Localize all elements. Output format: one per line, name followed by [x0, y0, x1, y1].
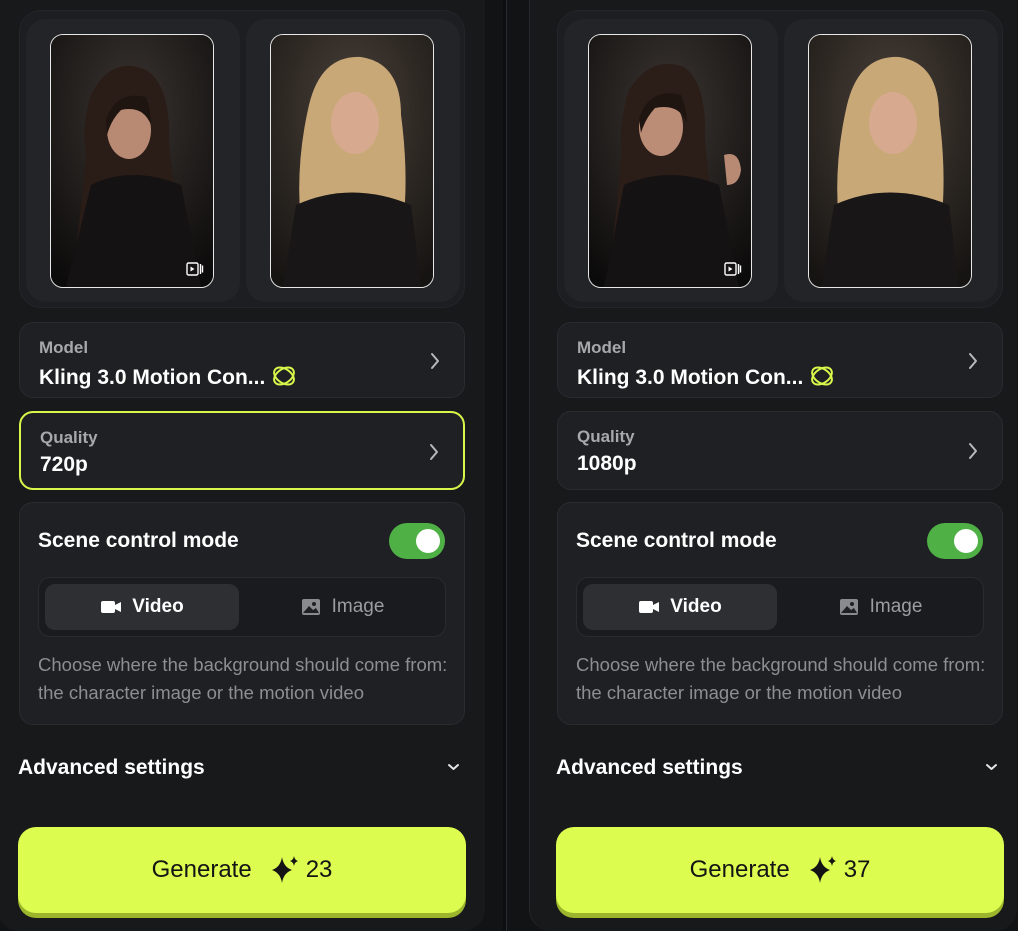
motion-video-thumbnail[interactable]	[588, 34, 752, 288]
generate-button[interactable]: Generate 37	[556, 827, 1004, 913]
generate-label: Generate	[151, 856, 252, 883]
character-image-thumbnail[interactable]	[808, 34, 972, 288]
camera-icon	[101, 601, 122, 613]
model-label: Model	[39, 338, 89, 357]
motion-video-slot[interactable]	[564, 19, 778, 302]
chevron-right-icon	[430, 444, 438, 460]
media-tray	[557, 10, 1003, 308]
credit-cost: 23	[305, 856, 333, 883]
scene-control-card: Scene control mode Video Image Choose wh…	[557, 502, 1003, 725]
video-badge-icon	[186, 262, 204, 276]
scene-source-segmented-control: Video Image	[576, 577, 984, 637]
quality-selector[interactable]: Quality 720p	[19, 411, 465, 490]
sparkle-icon	[809, 856, 836, 883]
image-icon	[839, 599, 858, 615]
quality-label: Quality	[40, 428, 98, 447]
scene-control-title: Scene control mode	[576, 529, 777, 552]
settings-panel-right: Model Kling 3.0 Motion Con... Quality 10…	[529, 0, 1017, 931]
kling-logo-icon	[273, 366, 296, 386]
scene-source-image-option[interactable]: Image	[783, 584, 977, 630]
model-selector[interactable]: Model Kling 3.0 Motion Con...	[19, 322, 465, 398]
sparkle-icon	[271, 856, 298, 883]
kling-logo-icon	[811, 366, 834, 386]
character-image-slot[interactable]	[246, 19, 460, 302]
scene-control-toggle[interactable]	[389, 523, 445, 559]
chevron-down-icon[interactable]	[447, 762, 460, 772]
advanced-settings-toggle[interactable]: Advanced settings	[18, 756, 205, 780]
quality-value: 720p	[40, 453, 88, 476]
chevron-down-icon[interactable]	[985, 762, 998, 772]
advanced-settings-toggle[interactable]: Advanced settings	[556, 756, 743, 780]
model-value: Kling 3.0 Motion Con...	[577, 363, 835, 390]
scene-source-segmented-control: Video Image	[38, 577, 446, 637]
chevron-right-icon	[969, 443, 977, 459]
scene-control-description: Choose where the background should come …	[576, 654, 986, 703]
motion-video-thumbnail[interactable]	[50, 34, 214, 288]
generate-label: Generate	[689, 856, 790, 883]
settings-panel-left: Model Kling 3.0 Motion Con... Quality 72…	[0, 0, 485, 931]
image-icon	[301, 599, 320, 615]
quality-value: 1080p	[577, 452, 637, 475]
toggle-knob	[416, 529, 440, 553]
scene-control-toggle[interactable]	[927, 523, 983, 559]
scene-control-title: Scene control mode	[38, 529, 239, 552]
panel-divider-line	[506, 0, 507, 931]
scene-source-video-option[interactable]: Video	[45, 584, 239, 630]
scene-control-card: Scene control mode Video Image Choose wh…	[19, 502, 465, 725]
character-image-slot[interactable]	[784, 19, 998, 302]
quality-selector[interactable]: Quality 1080p	[557, 411, 1003, 490]
scene-control-description: Choose where the background should come …	[38, 654, 448, 703]
model-selector[interactable]: Model Kling 3.0 Motion Con...	[557, 322, 1003, 398]
model-label: Model	[577, 338, 627, 357]
generate-button[interactable]: Generate 23	[18, 827, 466, 913]
chevron-right-icon	[969, 353, 977, 369]
quality-label: Quality	[577, 427, 635, 446]
scene-source-image-option[interactable]: Image	[245, 584, 439, 630]
character-image-thumbnail[interactable]	[270, 34, 434, 288]
model-value: Kling 3.0 Motion Con...	[39, 363, 297, 390]
scene-source-video-option[interactable]: Video	[583, 584, 777, 630]
chevron-right-icon	[431, 353, 439, 369]
credit-cost: 37	[843, 856, 871, 883]
video-badge-icon	[724, 262, 742, 276]
motion-video-slot[interactable]	[26, 19, 240, 302]
media-tray	[19, 10, 465, 308]
toggle-knob	[954, 529, 978, 553]
camera-icon	[639, 601, 660, 613]
